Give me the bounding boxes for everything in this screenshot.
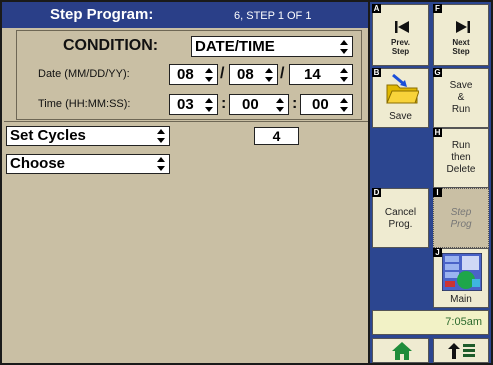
step-program-label-1: Step (450, 207, 472, 218)
condition-value: DATE/TIME (195, 38, 275, 55)
month-value: 08 (177, 66, 194, 83)
clock-time: 7:05am (445, 316, 482, 328)
date-label: Date (MM/DD/YY): (38, 68, 130, 80)
key-letter: G (433, 68, 442, 77)
cancel-program-label-2: Prog. (388, 219, 413, 230)
prev-step-label-1: Prev. (391, 38, 410, 47)
next-step-button[interactable]: F Next Step (433, 4, 489, 66)
home-button[interactable] (372, 338, 429, 363)
time-separator: : (221, 95, 227, 112)
run-then-delete-button[interactable]: H Run then Delete (433, 128, 489, 188)
select-arrows-icon (265, 67, 274, 82)
time-separator: : (292, 95, 298, 112)
cycles-count-value: 4 (272, 128, 281, 144)
save-button[interactable]: B Save (372, 68, 429, 128)
hour-value: 03 (177, 96, 194, 113)
select-arrows-icon (157, 129, 166, 143)
prev-step-label-2: Step (391, 47, 410, 56)
cycles-count-field[interactable]: 4 (254, 127, 299, 145)
step-program-button[interactable]: I Step Prog (433, 188, 489, 248)
key-letter: F (433, 4, 442, 13)
next-step-label-2: Step (452, 47, 470, 56)
save-and-run-label-1: Save (449, 80, 473, 91)
select-arrows-icon (276, 97, 285, 112)
date-separator: / (280, 65, 285, 82)
clock-display: 7:05am (372, 310, 489, 335)
up-list-button[interactable] (433, 338, 489, 363)
run-then-delete-label-2: then (451, 152, 471, 163)
prev-step-button[interactable]: A Prev. Step (372, 4, 429, 66)
step-program-panel: Step Program: 6, STEP 1 OF 1 CONDITION: … (2, 2, 368, 363)
cancel-program-button[interactable]: D Cancel Prog. (372, 188, 429, 248)
run-then-delete-label-1: Run (451, 140, 471, 151)
step-indicator: 6, STEP 1 OF 1 (234, 10, 312, 22)
select-arrows-icon (205, 67, 214, 82)
page-title: Step Program: (50, 6, 154, 23)
cancel-program-label-1: Cancel (384, 207, 417, 218)
key-letter: J (433, 248, 442, 257)
prev-icon (395, 21, 409, 33)
up-arrow-list-icon (448, 343, 475, 359)
key-letter: A (372, 4, 381, 13)
select-arrows-icon (340, 39, 349, 54)
date-separator: / (220, 65, 225, 82)
key-letter: I (433, 188, 442, 197)
step-program-label-2: Prog (450, 219, 472, 230)
condition-select[interactable]: DATE/TIME (191, 36, 353, 57)
select-arrows-icon (205, 97, 214, 112)
minute-value: 00 (242, 96, 259, 113)
select-arrows-icon (340, 97, 349, 112)
run-then-delete-label-3: Delete (446, 164, 476, 175)
save-label: Save (389, 111, 412, 122)
hour-select[interactable]: 03 (169, 94, 218, 115)
action-2-value: Choose (10, 155, 66, 172)
action-select-2[interactable]: Choose (6, 154, 170, 174)
time-label: Time (HH:MM:SS): (38, 98, 131, 110)
day-select[interactable]: 08 (229, 64, 278, 85)
condition-label: CONDITION: (63, 37, 159, 54)
main-label: Main (450, 294, 472, 305)
divider (4, 121, 368, 122)
next-icon (456, 21, 470, 33)
next-step-label-1: Next (452, 38, 470, 47)
key-letter: H (433, 128, 442, 137)
year-value: 14 (304, 66, 321, 83)
button-panel: A Prev. Step F Next Step B Save G Save &… (370, 2, 491, 363)
main-button[interactable]: J Main (433, 248, 489, 308)
action-1-value: Set Cycles (10, 127, 86, 144)
second-select[interactable]: 00 (300, 94, 353, 115)
folder-save-icon (386, 73, 419, 104)
save-and-run-label-2: & (457, 92, 465, 103)
title-bar: Step Program: 6, STEP 1 OF 1 (2, 2, 368, 28)
condition-group: CONDITION: DATE/TIME Date (MM/DD/YY): 08… (16, 30, 362, 120)
day-value: 08 (237, 66, 254, 83)
action-select-1[interactable]: Set Cycles (6, 126, 170, 146)
select-arrows-icon (340, 67, 349, 82)
year-select[interactable]: 14 (289, 64, 353, 85)
month-select[interactable]: 08 (169, 64, 218, 85)
save-and-run-button[interactable]: G Save & Run (433, 68, 489, 128)
home-icon (392, 342, 412, 360)
main-screen-icon (442, 253, 482, 291)
second-value: 00 (312, 96, 329, 113)
select-arrows-icon (157, 157, 166, 171)
key-letter: B (372, 68, 381, 77)
save-and-run-label-3: Run (451, 104, 471, 115)
key-letter: D (372, 188, 381, 197)
minute-select[interactable]: 00 (229, 94, 289, 115)
